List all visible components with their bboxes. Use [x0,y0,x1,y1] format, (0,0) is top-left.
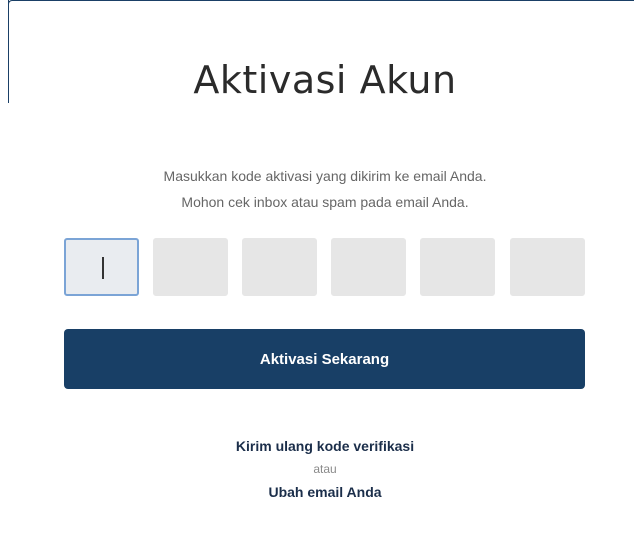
code-input-3[interactable] [242,238,317,296]
activate-now-button[interactable]: Aktivasi Sekarang [64,329,585,389]
instructions: Masukkan kode aktivasi yang dikirim ke e… [0,163,634,215]
page-title: Aktivasi Akun [193,58,457,102]
code-input-1[interactable] [64,238,139,296]
code-input-6[interactable] [510,238,585,296]
code-input-4[interactable] [331,238,406,296]
resend-code-link[interactable]: Kirim ulang kode verifikasi [0,436,634,456]
code-input-row [64,238,585,296]
code-input-5[interactable] [420,238,495,296]
instruction-line-1: Masukkan kode aktivasi yang dikirim ke e… [163,168,487,184]
code-input-2[interactable] [153,238,228,296]
instruction-line-2: Mohon cek inbox atau spam pada email And… [181,194,469,210]
activation-page: Aktivasi Akun Masukkan kode aktivasi yan… [0,0,634,546]
or-separator: atau [313,462,337,476]
frame-border-top [8,0,634,9]
change-email-link[interactable]: Ubah email Anda [0,482,634,502]
text-cursor [102,257,104,279]
secondary-actions: Kirim ulang kode verifikasi atau Ubah em… [0,436,634,502]
